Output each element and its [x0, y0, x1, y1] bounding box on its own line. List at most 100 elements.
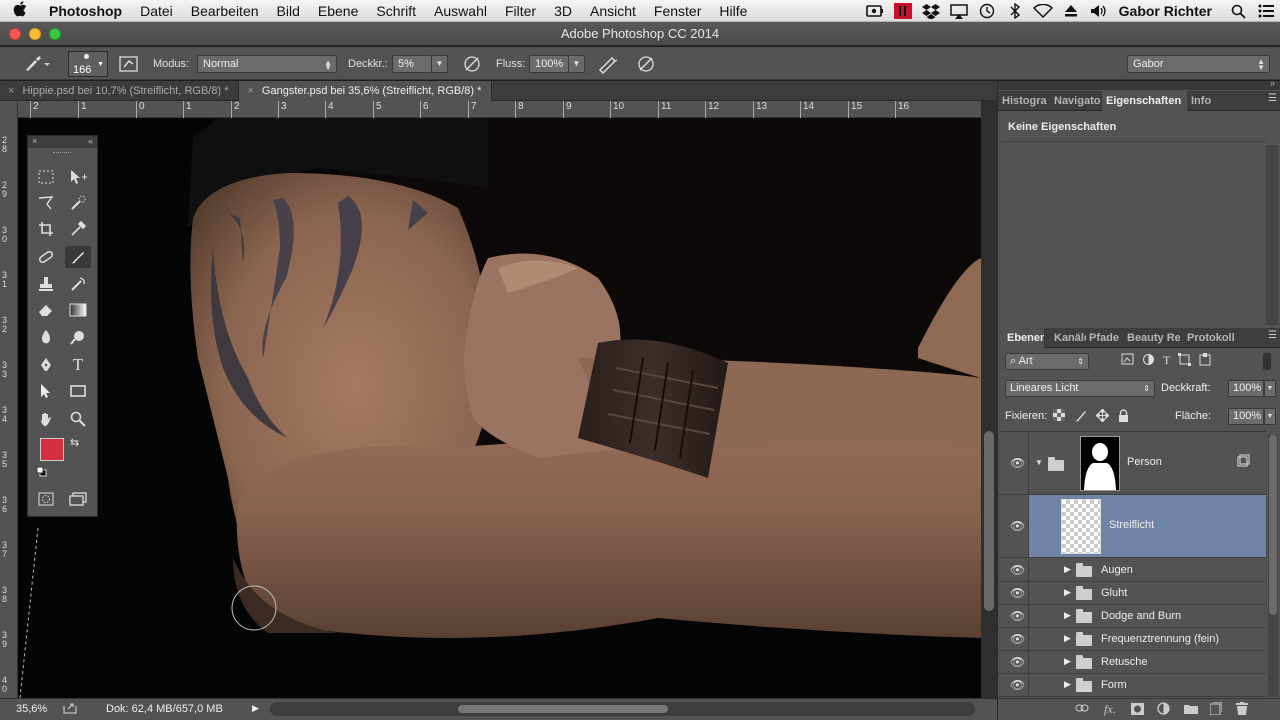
- history-brush-tool-icon[interactable]: [65, 273, 91, 295]
- clone-stamp-tool-icon[interactable]: [33, 273, 59, 295]
- layer-style-fx-icon[interactable]: fx.: [1104, 702, 1116, 717]
- tab-beauty-retouch[interactable]: Beauty Rei: [1122, 328, 1180, 348]
- layer-row-gluht[interactable]: 👁 ▶ Gluht: [998, 582, 1266, 605]
- panel-menu-icon[interactable]: ☰: [1268, 330, 1277, 341]
- tab-layers[interactable]: Ebenen: [998, 328, 1044, 348]
- eye-icon[interactable]: 👁: [1010, 678, 1025, 692]
- group-collapsed-triangle-icon[interactable]: ▶: [1064, 679, 1071, 690]
- menu-filter[interactable]: Filter: [496, 3, 545, 19]
- horizontal-ruler[interactable]: 2 1 0 1 2 3 4 5 6 7 8 9 10 11 12 13 14 15 16: [18, 101, 981, 118]
- foreground-color-swatch[interactable]: [40, 438, 64, 461]
- tab-history[interactable]: Protokoll: [1180, 328, 1240, 348]
- vertical-ruler[interactable]: 28 29 30 31 32 33 34 35 36 37 38 39 40: [0, 101, 18, 698]
- layer-opacity-input[interactable]: 100%: [1228, 380, 1264, 397]
- fill-input[interactable]: 100%: [1228, 408, 1264, 425]
- eye-icon[interactable]: 👁: [1010, 519, 1025, 533]
- menu-auswahl[interactable]: Auswahl: [425, 3, 496, 19]
- wifi-icon[interactable]: [1032, 3, 1054, 19]
- filter-type-icon[interactable]: T: [1163, 353, 1170, 369]
- close-tab-icon[interactable]: ×: [8, 85, 14, 97]
- tab-navigator[interactable]: Navigato: [1050, 91, 1102, 111]
- tab-gangster[interactable]: × Gangster.psd bei 35,6% (Streiflicht, RG…: [239, 81, 493, 101]
- minimize-window-button[interactable]: [29, 28, 41, 40]
- user-name[interactable]: Gabor Richter: [1119, 3, 1212, 19]
- layer-row-retusche[interactable]: 👁 ▶ Retusche: [998, 651, 1266, 674]
- layer-row-streiflicht[interactable]: 👁 Streiflicht: [998, 495, 1266, 558]
- flow-slider-button[interactable]: ▼: [569, 54, 585, 73]
- spotlight-search-icon[interactable]: [1227, 3, 1249, 19]
- screen-recorder-icon[interactable]: [864, 3, 886, 19]
- lock-all-icon[interactable]: [1118, 409, 1129, 425]
- quick-mask-icon[interactable]: [33, 488, 59, 510]
- marquee-tool-icon[interactable]: [33, 166, 59, 188]
- tab-paths[interactable]: Pfade: [1086, 328, 1122, 348]
- volume-icon[interactable]: [1088, 3, 1110, 19]
- group-collapsed-triangle-icon[interactable]: ▶: [1064, 564, 1071, 575]
- close-window-button[interactable]: [9, 28, 21, 40]
- close-tab-icon[interactable]: ×: [247, 85, 253, 97]
- eye-icon[interactable]: 👁: [1010, 632, 1025, 646]
- pressure-size-icon[interactable]: [636, 47, 656, 80]
- group-collapsed-triangle-icon[interactable]: ▶: [1064, 587, 1071, 598]
- status-menu-arrow-icon[interactable]: ▶: [252, 703, 259, 714]
- add-mask-icon[interactable]: [1131, 703, 1144, 718]
- eyedropper-tool-icon[interactable]: [65, 218, 91, 240]
- group-collapsed-triangle-icon[interactable]: ▶: [1064, 656, 1071, 667]
- document-canvas[interactable]: [18, 118, 981, 698]
- notification-center-icon[interactable]: [1255, 3, 1277, 19]
- menu-fenster[interactable]: Fenster: [645, 3, 710, 19]
- brush-size-picker[interactable]: 166 ▼: [68, 50, 108, 77]
- pressure-opacity-icon[interactable]: [462, 47, 482, 80]
- group-collapsed-triangle-icon[interactable]: ▶: [1064, 633, 1071, 644]
- move-tool-icon[interactable]: [65, 166, 91, 188]
- layer-row-form[interactable]: 👁 ▶ Form: [998, 674, 1266, 697]
- layer-row-augen[interactable]: 👁 ▶ Augen: [998, 559, 1266, 582]
- adjustment-layer-icon[interactable]: [1157, 702, 1170, 718]
- bluetooth-icon[interactable]: [1004, 3, 1026, 19]
- smart-filter-icon[interactable]: [1237, 454, 1250, 470]
- eraser-tool-icon[interactable]: [33, 299, 59, 321]
- menu-schrift[interactable]: Schrift: [367, 3, 425, 19]
- properties-scrollbar[interactable]: [1266, 145, 1278, 325]
- eye-icon[interactable]: 👁: [1010, 563, 1025, 577]
- scrollbar-thumb[interactable]: [1269, 435, 1277, 615]
- tab-properties[interactable]: Eigenschaften: [1102, 91, 1187, 111]
- layer-opacity-slider-button[interactable]: ▼: [1264, 380, 1276, 397]
- eye-icon[interactable]: 👁: [1010, 655, 1025, 669]
- collapse-dock-icon[interactable]: »: [1270, 78, 1275, 88]
- flow-input[interactable]: 100%: [529, 54, 569, 73]
- menu-bild[interactable]: Bild: [268, 3, 309, 19]
- menu-ebene[interactable]: Ebene: [309, 3, 367, 19]
- crop-tool-icon[interactable]: [33, 218, 59, 240]
- lasso-tool-icon[interactable]: [33, 192, 59, 214]
- path-selection-tool-icon[interactable]: [33, 380, 59, 402]
- layer-row-person[interactable]: 👁 ▼ Person: [998, 432, 1266, 495]
- blur-tool-icon[interactable]: [33, 326, 59, 348]
- dropbox-icon[interactable]: [920, 3, 942, 19]
- layer-mask-thumbnail[interactable]: [1080, 436, 1120, 491]
- group-expanded-triangle-icon[interactable]: ▼: [1035, 458, 1043, 467]
- time-machine-icon[interactable]: [976, 3, 998, 19]
- layer-row-dodge-and-burn[interactable]: 👁 ▶ Dodge and Burn: [998, 605, 1266, 628]
- canvas-horizontal-scrollbar[interactable]: [270, 702, 975, 716]
- filter-smartobject-icon[interactable]: [1199, 353, 1212, 369]
- apple-menu-icon[interactable]: [0, 0, 40, 21]
- mode-dropdown[interactable]: Normal ▲ ▼: [197, 54, 337, 73]
- scrollbar-thumb[interactable]: [458, 705, 668, 713]
- eye-icon[interactable]: 👁: [1010, 609, 1025, 623]
- menu-photoshop[interactable]: Photoshop: [40, 3, 131, 19]
- eye-icon[interactable]: 👁: [1010, 586, 1025, 600]
- layer-row-frequenztrennung[interactable]: 👁 ▶ Frequenztrennung (fein): [998, 628, 1266, 651]
- hand-tool-icon[interactable]: [33, 408, 59, 430]
- layer-filter-dropdown[interactable]: ⌕ Art ⇕: [1005, 353, 1089, 370]
- tools-panel-header[interactable]: × «: [28, 136, 97, 148]
- eject-icon[interactable]: [1060, 3, 1082, 19]
- brush-tool-preset-icon[interactable]: [22, 47, 52, 80]
- screen-mode-icon[interactable]: [65, 488, 91, 510]
- tab-info[interactable]: Info: [1187, 91, 1219, 111]
- brush-tool-icon[interactable]: [65, 246, 91, 268]
- eye-icon[interactable]: 👁: [1010, 456, 1025, 470]
- gradient-tool-icon[interactable]: [65, 299, 91, 321]
- workspace-dropdown[interactable]: Gabor ▲ ▼: [1127, 54, 1270, 73]
- filter-toggle-switch[interactable]: [1263, 353, 1271, 370]
